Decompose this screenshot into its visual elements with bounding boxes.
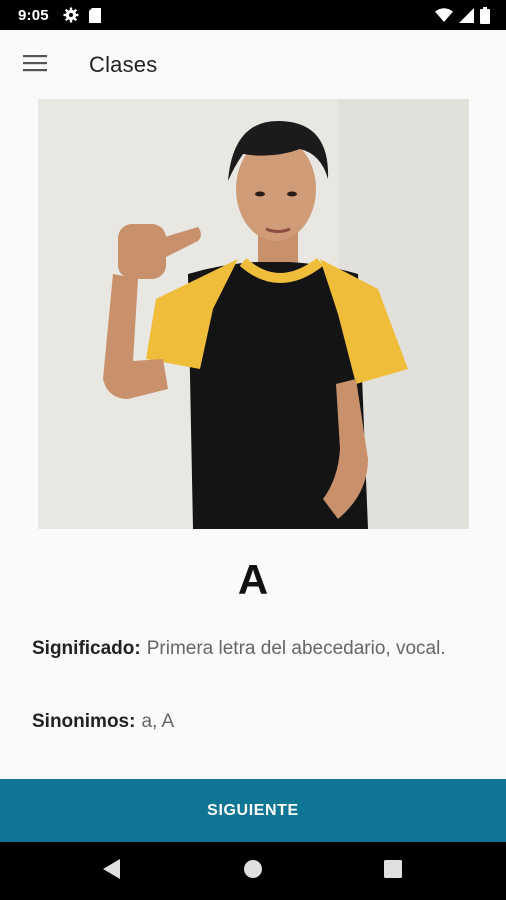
back-icon [103,858,121,884]
back-button[interactable] [82,842,142,900]
next-button[interactable]: SIGUIENTE [0,779,506,842]
meaning-value: Primera letra del abecedario, vocal. [146,638,446,659]
synonyms-label: Sinonimos: [32,711,136,732]
settings-icon [63,7,79,23]
recents-button[interactable] [363,842,423,900]
home-icon [244,859,262,883]
battery-icon [480,6,490,24]
meaning-label: Significado: [32,638,141,659]
synonyms-row: Sinonimos: a, A [32,709,452,735]
hamburger-menu-icon [23,54,47,77]
signal-icon [459,7,474,23]
sign-letter: A [237,556,269,603]
status-right-icons [435,6,490,24]
meaning-row: Significado: Primera letra del abecedari… [32,636,452,662]
wifi-icon [435,8,453,22]
app-bar: Clases [0,30,506,100]
status-time: 9:05 [18,6,49,24]
page-title: Clases [89,52,158,77]
synonyms-value: a, A [141,711,175,732]
recents-icon [384,859,402,883]
menu-button[interactable] [0,30,70,100]
status-bar: 9:05 [0,0,506,30]
status-left-icons [63,7,101,23]
sign-language-photo [38,99,469,529]
sd-card-icon [88,7,101,23]
home-button[interactable] [223,842,283,900]
system-nav-bar [0,842,506,900]
